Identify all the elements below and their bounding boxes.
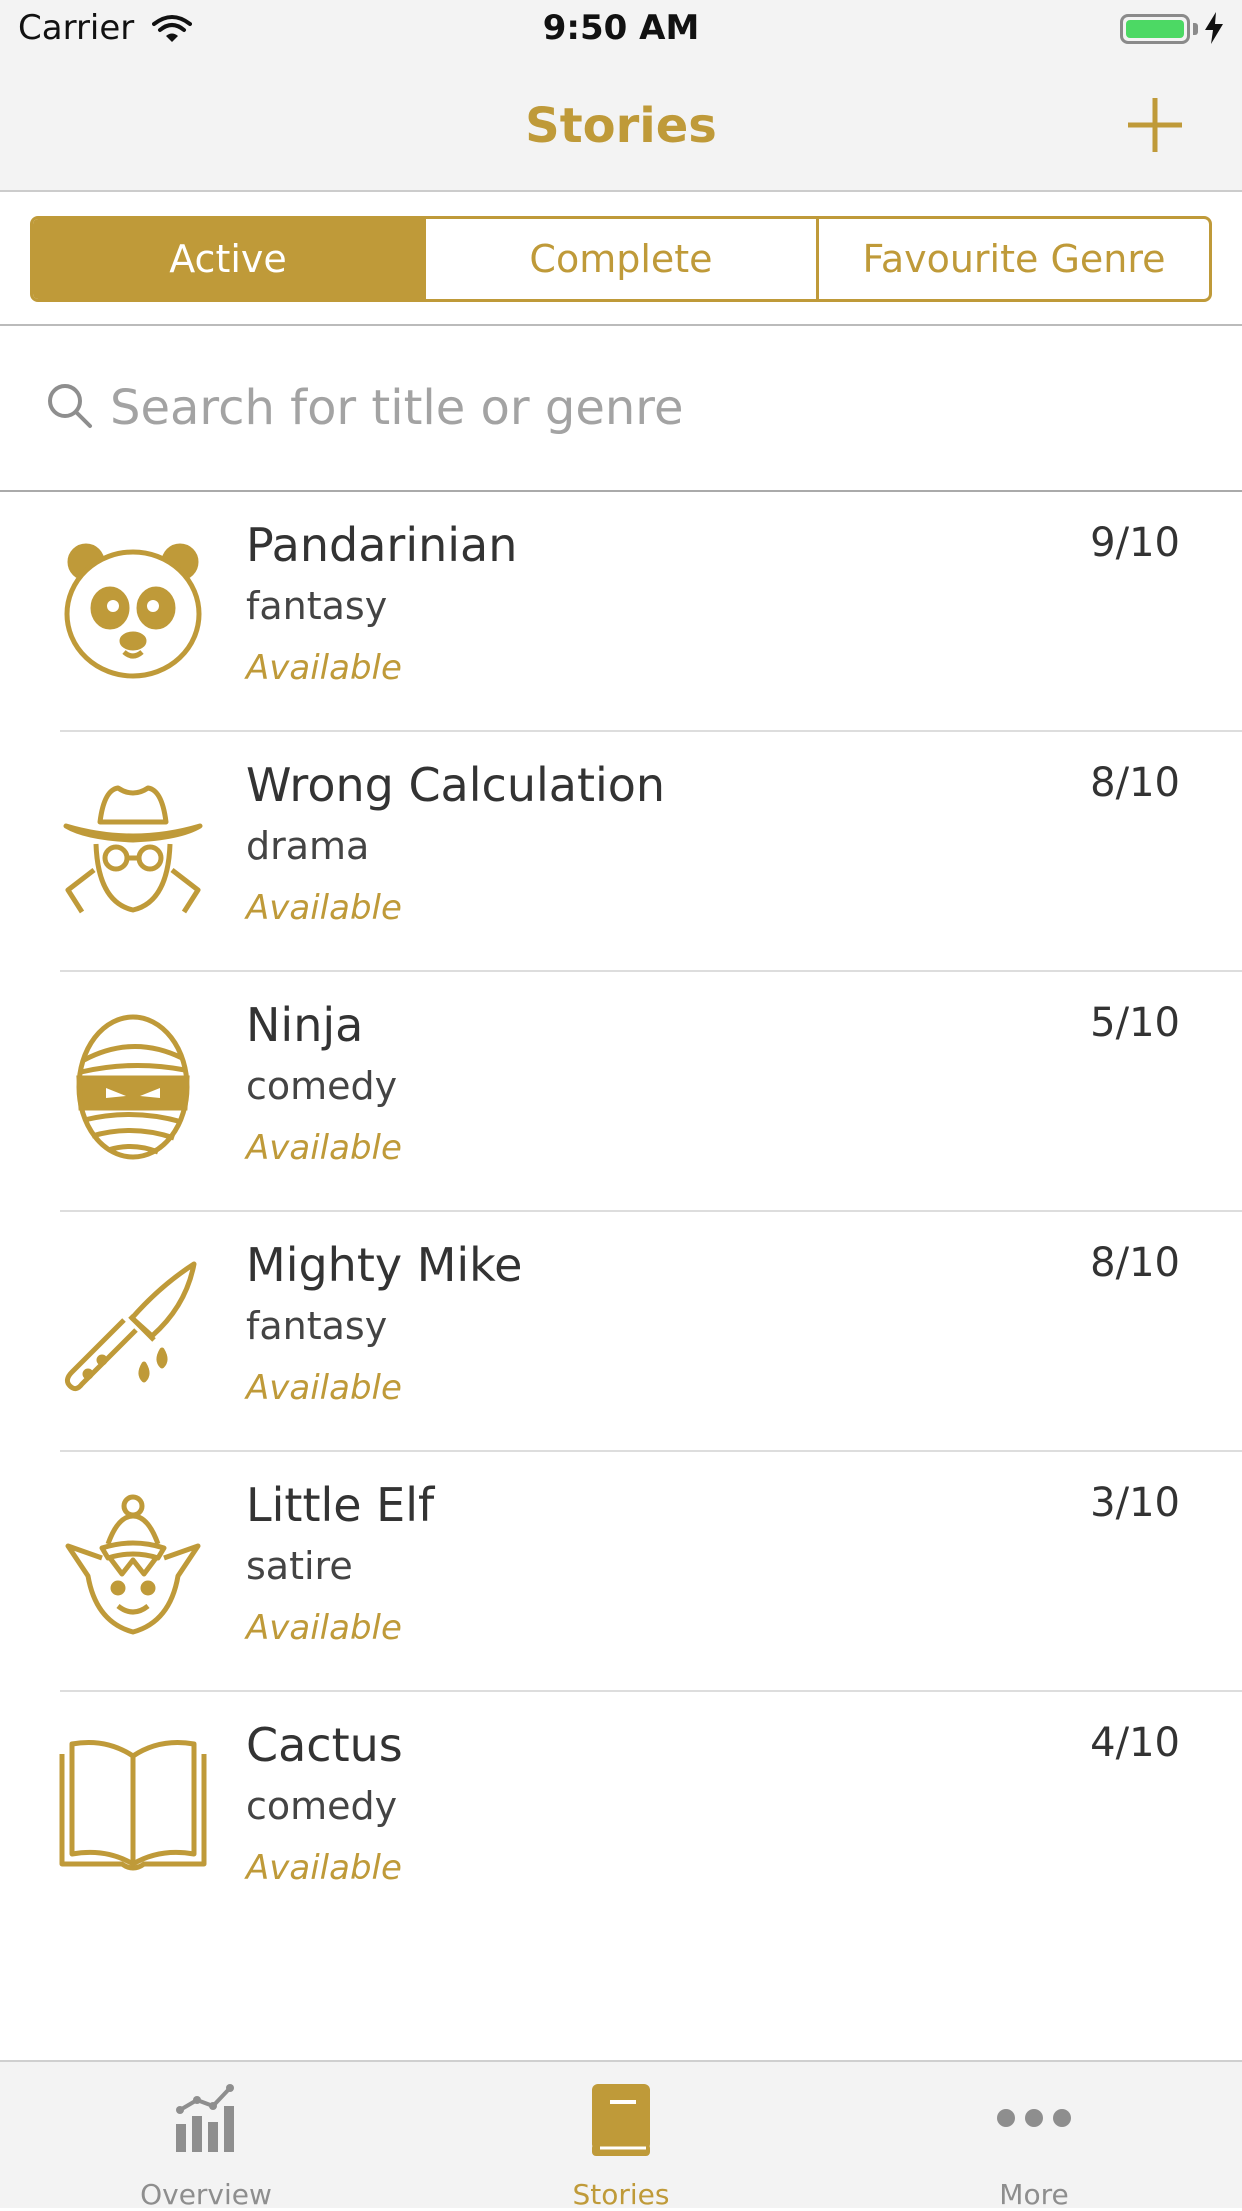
story-genre: fantasy [246,584,388,628]
story-score: 5/10 [1090,1000,1180,1046]
story-row-mighty-mike[interactable]: Mighty Mike fantasy Available 8/10 [0,1212,1242,1452]
story-title: Pandarinian [246,518,518,572]
ninja-mummy-icon [76,1014,190,1160]
tab-label: More [999,2178,1069,2211]
battery-cap [1193,23,1198,35]
plus-icon [1128,98,1182,152]
story-title: Cactus [246,1718,403,1772]
charging-bolt-icon [1205,12,1223,44]
story-genre: comedy [246,1784,398,1828]
tab-more[interactable]: More [884,2062,1184,2211]
tab-stories[interactable]: Stories [471,2062,771,2211]
story-list: Pandarinian fantasy Available 9/10 Wrong… [0,492,1242,1932]
story-title: Mighty Mike [246,1238,523,1292]
story-status: Available [246,1368,402,1408]
story-row-pandarinian[interactable]: Pandarinian fantasy Available 9/10 [0,492,1242,732]
tab-overview[interactable]: Overview [56,2062,356,2211]
spy-icon [63,785,203,914]
story-status: Available [246,1128,402,1168]
story-title: Wrong Calculation [246,758,666,812]
story-score: 8/10 [1090,1240,1180,1286]
add-story-button[interactable] [1120,90,1190,160]
more-dots-icon [997,2109,1071,2127]
search-input[interactable] [110,376,1190,440]
segment-active[interactable]: Active [33,219,426,299]
story-genre: drama [246,824,370,868]
page-title: Stories [525,98,717,154]
story-score: 3/10 [1090,1480,1180,1526]
navigation-bar: Stories [0,60,1242,192]
story-filter-segmented-control: Active Complete Favourite Genre [30,216,1212,302]
elf-icon [65,1494,201,1635]
chart-icon [176,2084,234,2152]
tab-label: Overview [140,2178,272,2211]
book-icon [592,2084,650,2156]
story-genre: satire [246,1544,353,1588]
story-status: Available [246,1608,402,1648]
tab-bar: Overview Stories More [0,2060,1242,2211]
story-title: Ninja [246,998,364,1052]
story-score: 8/10 [1090,760,1180,806]
tab-label: Stories [572,2178,670,2211]
bloody-knife-icon [64,1261,197,1392]
segment-complete[interactable]: Complete [426,219,819,299]
story-genre: fantasy [246,1304,388,1348]
segment-favourite-genre[interactable]: Favourite Genre [819,219,1209,299]
panda-icon [64,543,202,679]
story-genre: comedy [246,1064,398,1108]
battery-icon [1120,14,1190,44]
story-status: Available [246,888,402,928]
story-row-ninja[interactable]: Ninja comedy Available 5/10 [0,972,1242,1212]
story-status: Available [246,1848,402,1888]
clock: 9:50 AM [542,8,700,48]
story-row-cactus[interactable]: Cactus comedy Available 4/10 [0,1692,1242,1932]
story-title: Little Elf [246,1478,435,1532]
story-score: 4/10 [1090,1720,1180,1766]
story-row-little-elf[interactable]: Little Elf satire Available 3/10 [0,1452,1242,1692]
status-bar: Carrier 9:50 AM [0,0,1242,60]
open-book-icon [59,1740,207,1871]
search-bar [0,326,1242,492]
story-row-wrong-calculation[interactable]: Wrong Calculation drama Available 8/10 [0,732,1242,972]
story-status: Available [246,648,402,688]
segment-area: Active Complete Favourite Genre [0,192,1242,326]
battery-level [1126,20,1184,38]
story-score: 9/10 [1090,520,1180,566]
search-icon [48,384,92,428]
